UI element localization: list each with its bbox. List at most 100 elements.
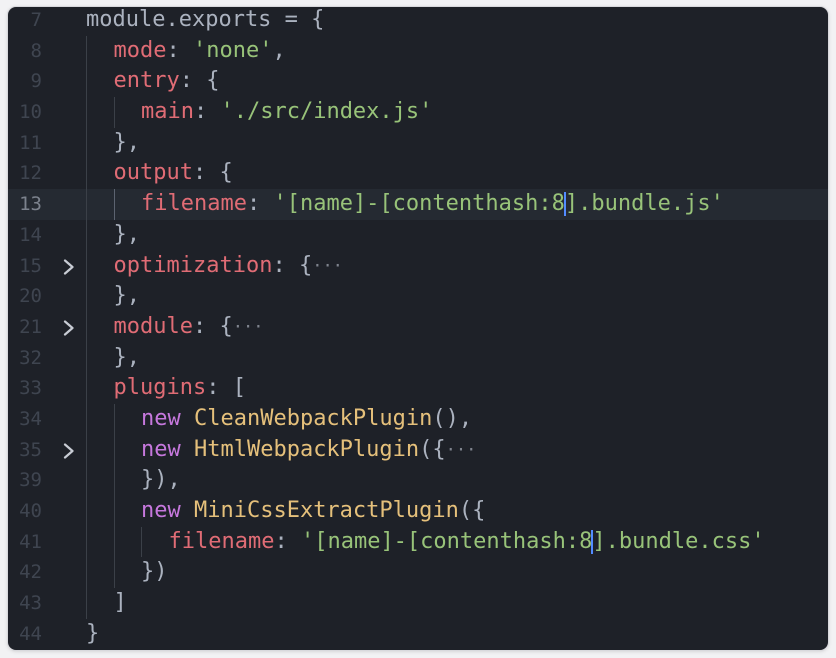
line-number: 40 [19,500,42,522]
line-number: 35 [19,438,42,461]
code-content: optimization: {··· [86,250,343,282]
code-line[interactable]: 41 filename: '[name]-[contenthash:8].bund… [8,526,828,558]
code-line[interactable]: 9 entry: { [8,66,828,97]
indent-guide [86,97,114,128]
code-line[interactable]: 42}) [8,557,828,588]
code-line[interactable]: 12 output: { [8,158,828,189]
folded-ellipsis[interactable]: ··· [312,256,343,276]
code-token: }, [113,344,141,370]
indent-guide [86,557,114,588]
code-line[interactable]: 43] [8,588,828,619]
code-token: : [ [206,375,246,401]
indent-guide [86,403,114,435]
code-token: : { [192,313,233,339]
code-token: ].bundle.css' [592,528,765,554]
chevron-right-icon[interactable] [60,251,78,282]
folded-ellipsis[interactable]: ··· [446,440,477,460]
code-token: : [246,191,274,217]
code-line[interactable]: 13 filename: '[name]-[contenthash:8].bund… [8,189,828,220]
code-content: plugins: [ [86,373,246,404]
code-line[interactable]: 21 module: {··· [8,311,828,343]
code-content: }, [86,219,141,251]
code-token: new [141,436,194,462]
indent-guide [86,127,114,159]
code-editor[interactable]: 7 module.exports = { 8 mode: 'none', 9 entry:… [8,7,828,649]
indent-guide [113,496,142,527]
code-line[interactable]: 32}, [8,342,828,374]
code-content: new MiniCssExtractPlugin({ [86,496,485,527]
code-line[interactable]: 15 optimization: {··· [8,250,828,282]
code-token: ].bundle.js' [564,191,724,217]
indent-guide [86,434,114,466]
code-line[interactable]: 8 mode: 'none', [8,35,828,67]
code-token: : [166,37,193,63]
code-line[interactable]: 14}, [8,219,828,251]
line-number: 44 [19,622,42,645]
line-number: 21 [19,315,42,338]
indent-guide [141,526,169,558]
code-line[interactable]: 40 new MiniCssExtractPlugin({ [8,496,828,527]
code-token: : { [192,160,233,186]
indent-guide [86,465,114,496]
code-line[interactable]: 44} [8,619,828,650]
code-line[interactable]: 10 main: './src/index.js' [8,97,828,128]
folded-ellipsis[interactable]: ··· [233,317,264,337]
code-token: main [141,99,194,125]
code-content: mode: 'none', [86,35,286,67]
code-content: filename: '[name]-[contenthash:8].bundle… [86,526,765,558]
indent-guide [86,158,114,189]
indent-guide [113,526,142,558]
line-number: 11 [19,131,42,154]
code-token: plugins [113,375,207,401]
code-token: }), [141,467,181,493]
chevron-right-icon[interactable] [60,312,78,343]
code-token: }) [141,559,168,585]
indent-guide [113,189,142,220]
code-content: module: {··· [86,311,264,343]
indent-guide [86,496,114,527]
code-token: ({ [419,436,446,462]
indent-guide [86,526,114,558]
chevron-right-icon[interactable] [60,435,78,466]
code-content: }, [86,342,141,374]
code-token: entry [113,68,180,94]
indent-guide [86,189,114,220]
code-token: HtmlWebpackPlugin [193,436,420,462]
code-token: CleanWebpackPlugin [193,405,433,431]
code-line[interactable]: 34 new CleanWebpackPlugin(), [8,403,828,435]
code-line[interactable]: 35 new HtmlWebpackPlugin({··· [8,434,828,466]
code-token: './src/index.js' [220,99,433,125]
line-number: 12 [19,162,42,185]
line-number: 9 [30,70,42,93]
line-number: 14 [19,223,42,246]
code-token: optimization [113,252,273,278]
code-token: module [113,313,193,339]
indent-guide [86,66,114,97]
line-number: 41 [19,530,42,553]
code-line[interactable]: 20}, [8,281,828,312]
code-token: '[name]-[contenthash:8 [273,191,565,217]
code-token: }, [113,129,141,155]
code-content: filename: '[name]-[contenthash:8].bundle… [86,189,724,220]
indent-guide [86,342,114,374]
code-token: }, [113,283,141,309]
code-content: ] [86,588,127,619]
code-token: 'none' [192,37,273,63]
code-token: : { [179,68,220,94]
code-token: '[name]-[contenthash:8 [300,528,593,554]
code-token: filename [141,191,247,217]
code-content: }), [86,465,181,496]
code-token: }, [113,221,141,247]
code-line[interactable]: 39}), [8,465,828,496]
line-number: 8 [30,39,42,62]
code-content: entry: { [86,66,219,97]
code-line[interactable]: 11}, [8,127,828,159]
code-token: module.exports = { [86,7,325,32]
line-number: 32 [19,346,42,369]
indent-guide [86,588,114,619]
line-number: 10 [19,101,42,124]
code-content: }, [86,281,140,312]
code-line[interactable]: 33 plugins: [ [8,373,828,404]
code-line[interactable]: 7 module.exports = { [8,7,828,36]
line-number: 39 [19,469,42,492]
